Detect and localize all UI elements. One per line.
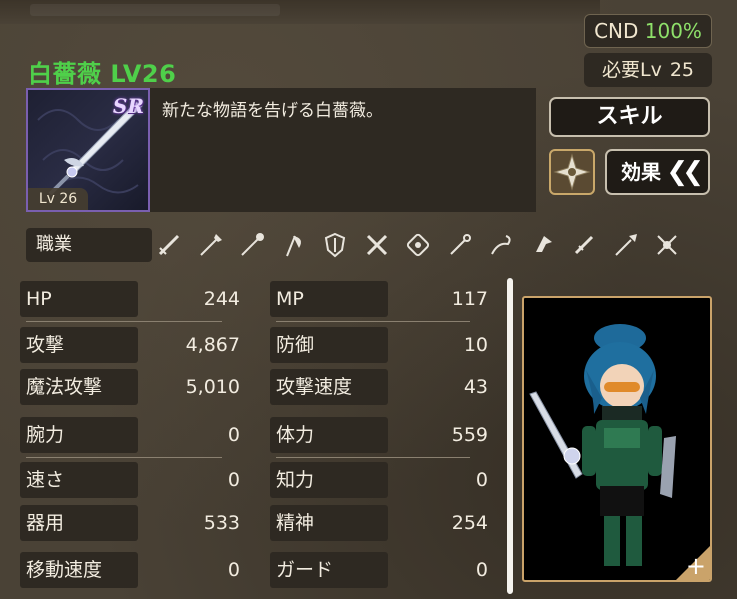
stat-label: MP [270, 281, 388, 317]
stat-label: 魔法攻撃 [20, 369, 138, 405]
staff-icon [237, 230, 267, 260]
stat-row-right: 知力 0 [270, 462, 488, 498]
skill-button[interactable]: スキル [549, 97, 710, 137]
stat-row-left: HP 244 [20, 281, 240, 317]
stat-label: 速さ [20, 462, 138, 498]
divider [276, 457, 470, 458]
divider [26, 457, 222, 458]
stat-label: 器用 [20, 505, 138, 541]
stat-value: 10 [463, 334, 488, 356]
chevron-left-icon: ❮❮ [666, 157, 703, 187]
stat-row-right: 精神 254 [270, 505, 488, 541]
item-card[interactable]: SR Lv 26 [26, 88, 150, 212]
effect-button-label: 効果 [621, 160, 661, 184]
stat-label: HP [20, 281, 138, 317]
stat-value: 0 [227, 424, 240, 446]
stat-value: 254 [451, 512, 488, 534]
item-name: 白薔薇 LV26 [28, 60, 177, 88]
fist-icon [403, 230, 433, 260]
required-level-box: 必要Lv 25 [584, 53, 712, 87]
stat-row-left: 速さ 0 [20, 462, 240, 498]
effect-crest-icon[interactable] [549, 149, 595, 195]
sword-icon [154, 230, 184, 260]
stat-row-right: 防御 10 [270, 327, 488, 363]
stat-row-left: 攻撃 4,867 [20, 327, 240, 363]
stat-row-left: 器用 533 [20, 505, 240, 541]
dagger-icon [569, 230, 599, 260]
stat-row-right: MP 117 [270, 281, 488, 317]
item-level-badge: Lv 26 [28, 188, 88, 210]
stat-value: 533 [203, 512, 240, 534]
stat-label: 攻撃 [20, 327, 138, 363]
stat-value: 0 [475, 469, 488, 491]
spear-icon [196, 230, 226, 260]
stat-label: 移動速度 [20, 552, 138, 588]
stat-value: 117 [451, 288, 488, 310]
stat-value: 43 [463, 376, 488, 398]
shield-icon [320, 230, 350, 260]
rarity-badge: SR [112, 94, 144, 118]
job-label: 職業 [26, 228, 152, 262]
stat-label: 精神 [270, 505, 388, 541]
stat-row-left: 腕力 0 [20, 417, 240, 453]
stat-value: 0 [227, 559, 240, 581]
stat-value: 4,867 [185, 334, 240, 356]
required-level-value: 25 [669, 59, 695, 81]
stat-label: 攻撃速度 [270, 369, 388, 405]
whip-icon [486, 230, 516, 260]
stat-row-right: 体力 559 [270, 417, 488, 453]
axe-icon [279, 230, 309, 260]
expand-plus-icon[interactable]: + [686, 554, 706, 578]
stat-value: 244 [203, 288, 240, 310]
character-figure-icon [529, 324, 676, 566]
top-strip [0, 0, 600, 24]
item-description: 新たな物語を告げる白薔薇。 [150, 88, 536, 212]
stat-row-right: ガード 0 [270, 552, 488, 588]
stat-label: 知力 [270, 462, 388, 498]
stat-row-left: 魔法攻撃 5,010 [20, 369, 240, 405]
condition-label: CND [594, 19, 639, 43]
stat-label: ガード [270, 552, 388, 588]
wand-icon [445, 230, 475, 260]
condition-box: CND 100% [584, 14, 712, 48]
divider [26, 321, 222, 322]
stat-label: 防御 [270, 327, 388, 363]
character-portrait[interactable]: + [522, 296, 712, 582]
lance-icon [611, 230, 641, 260]
stat-row-left: 移動速度 0 [20, 552, 240, 588]
scrollbar-thumb[interactable] [507, 278, 513, 594]
crossed-daggers-icon [362, 230, 392, 260]
stat-value: 5,010 [185, 376, 240, 398]
condition-value: 100% [644, 19, 702, 43]
stat-value: 559 [451, 424, 488, 446]
stat-label: 体力 [270, 417, 388, 453]
divider [276, 321, 470, 322]
stat-value: 0 [227, 469, 240, 491]
claw-icon [652, 230, 682, 260]
effect-button[interactable]: 効果 ❮❮ [605, 149, 710, 195]
stat-row-right: 攻撃速度 43 [270, 369, 488, 405]
stat-label: 腕力 [20, 417, 138, 453]
boomerang-icon [528, 230, 558, 260]
required-level-label: 必要Lv [601, 59, 662, 81]
stat-value: 0 [475, 559, 488, 581]
